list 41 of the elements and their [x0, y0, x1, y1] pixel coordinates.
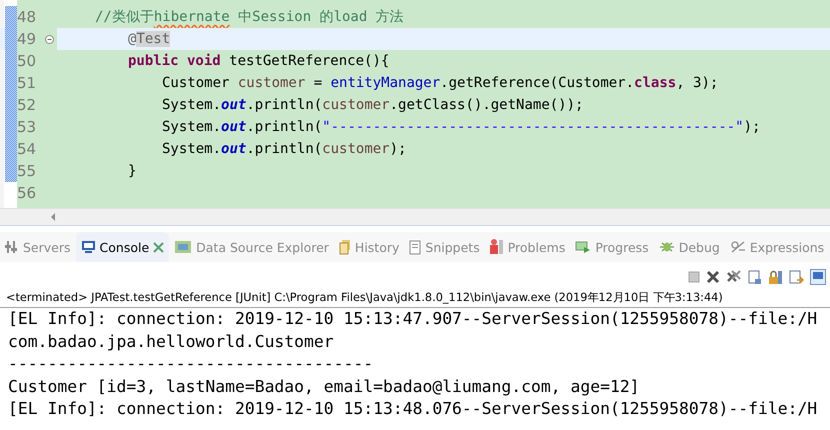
- console-output-line: com.badao.jpa.helloworld.Customer: [7, 330, 335, 352]
- error-list-icon: [490, 239, 504, 255]
- view-tab[interactable]: Snippets: [404, 232, 485, 262]
- stop-icon[interactable]: [688, 271, 700, 283]
- view-tab[interactable]: Problems: [484, 232, 570, 262]
- view-tab[interactable]: Servers: [0, 232, 76, 262]
- code-line: //类似于hibernate 中Session 的load 方法: [94, 8, 404, 26]
- monitor-icon[interactable]: [810, 269, 826, 285]
- expression-icon: [730, 240, 746, 254]
- console-output-line: Customer [id=3, lastName=Badao, email=badao@liumang.com, age=12]: [7, 376, 641, 398]
- monitor-icon: [80, 240, 96, 254]
- view-tab[interactable]: Console: [76, 232, 170, 262]
- scroll-left-icon[interactable]: [50, 213, 56, 221]
- code-line: System.out.println(customer);: [161, 141, 406, 157]
- view-tab[interactable]: Progress: [570, 232, 654, 262]
- code-line: System.out.println("------------------------------------------------");: [161, 119, 760, 135]
- line-number: 49: [17, 28, 45, 50]
- code-line: public void testGetReference(){: [127, 53, 390, 69]
- collapse-icon[interactable]: [45, 34, 54, 44]
- view-tab[interactable]: Expressions: [724, 232, 830, 262]
- code-line: }: [127, 163, 136, 179]
- view-tab[interactable]: Debug: [654, 232, 725, 262]
- console-output-line: -------------------------------------: [7, 353, 374, 375]
- console-output-line: [EL Info]: connection: 2019-12-10 15:13:47.907--ServerSession(1255958078)--file:/H: [7, 308, 818, 330]
- horizontal-scrollbar[interactable]: [0, 208, 830, 226]
- document-icon: [338, 240, 351, 254]
- document-icon: [409, 240, 422, 254]
- lock-icon[interactable]: [768, 270, 783, 284]
- database-icon: [174, 239, 192, 255]
- code-line: @Test: [127, 31, 170, 47]
- console-status: <terminated> JPATest.testGetReference [JUnit] C:\Program Files\Java\jdk1.8.0_112\bin\javaw.exe (2019年12月10日 下午3:13:44): [0, 288, 830, 308]
- view-tab[interactable]: History: [334, 232, 404, 262]
- bug-icon: [658, 240, 675, 254]
- document-icon[interactable]: [789, 270, 804, 284]
- code-line: System.out.println(customer.getClass().getName());: [161, 97, 584, 113]
- progress-icon: [575, 240, 592, 254]
- document-icon[interactable]: [748, 270, 762, 284]
- console-output-line: [EL Info]: connection: 2019-12-10 15:13:48.076--ServerSession(1255958078)--file:/H: [7, 398, 818, 420]
- view-tab[interactable]: Data Source Explorer: [169, 232, 334, 262]
- close-icon[interactable]: [706, 270, 720, 284]
- code-line: Customer customer = entityManager.getReference(Customer.class, 3);: [161, 75, 718, 91]
